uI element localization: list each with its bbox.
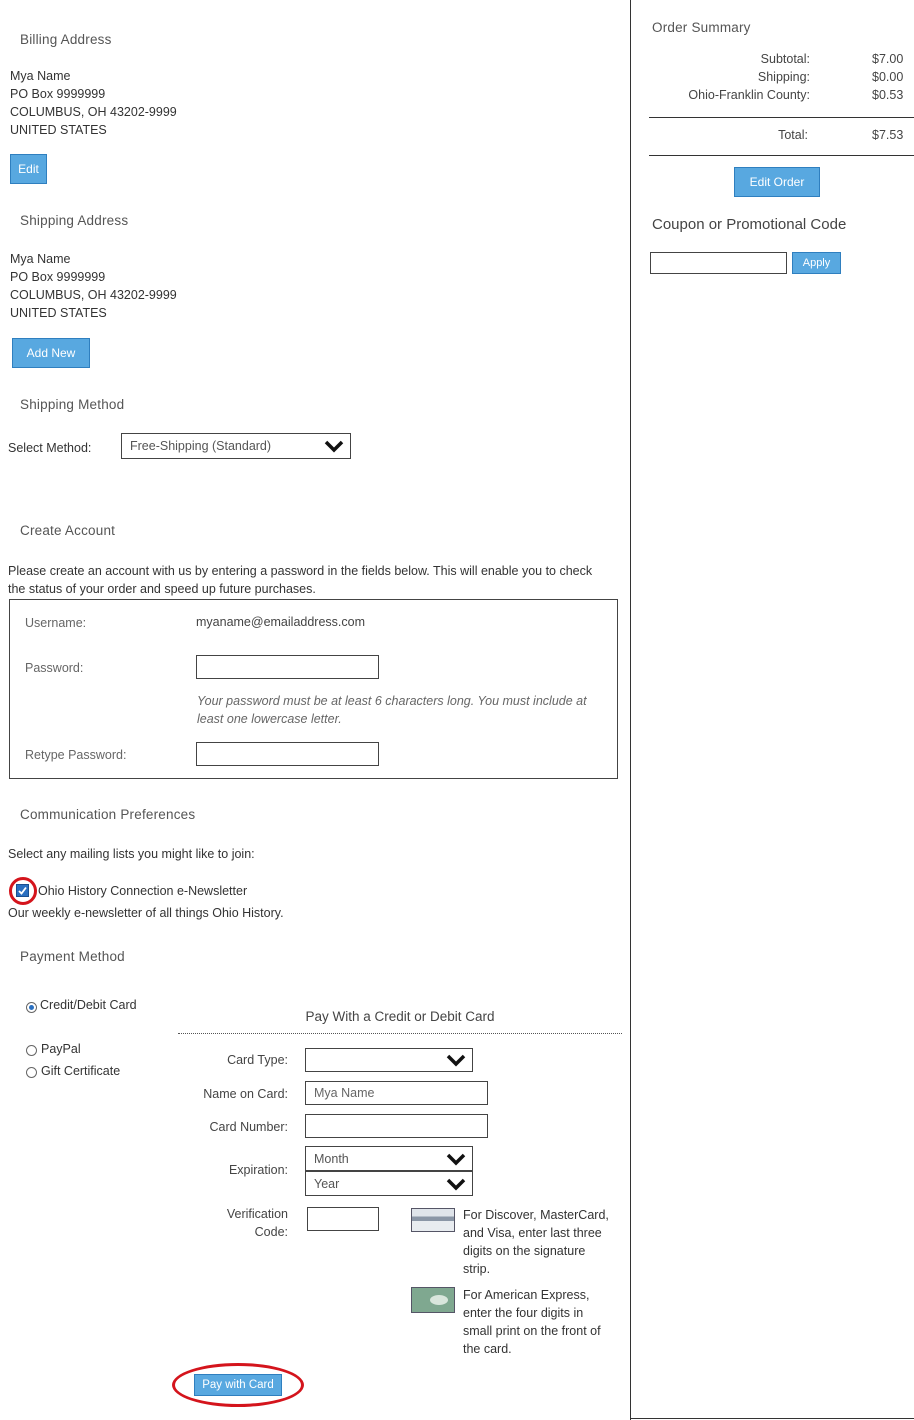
expiration-month-select[interactable]: Month [305, 1146, 473, 1171]
shipping-method-value: Free-Shipping (Standard) [130, 439, 272, 453]
total-label: Total: [778, 128, 808, 142]
newsletter-label: Ohio History Connection e-Newsletter [38, 884, 248, 898]
shipping-line: PO Box 9999999 [10, 270, 106, 284]
shipping-address: Mya Name PO Box 9999999 COLUMBUS, OH 432… [10, 250, 177, 322]
verification-code-input[interactable] [307, 1207, 379, 1231]
billing-line: Mya Name [10, 69, 71, 83]
card-type-label: Card Type: [227, 1053, 288, 1067]
shipping-method-heading: Shipping Method [20, 397, 125, 412]
pay-with-card-button[interactable]: Pay with Card [194, 1374, 282, 1396]
shipping-method-select[interactable]: Free-Shipping (Standard) [121, 433, 351, 459]
year-placeholder: Year [314, 1176, 340, 1191]
amex-note: For American Express, enter the four dig… [463, 1288, 601, 1356]
password-label: Password: [25, 661, 84, 675]
tax-value: $0.53 [872, 88, 904, 102]
username-label: Username: [25, 616, 87, 630]
name-on-card-input[interactable]: Mya Name [305, 1081, 488, 1105]
communication-heading: Communication Preferences [20, 807, 196, 822]
username-value: myaname@emailaddress.com [196, 615, 366, 629]
card-form-heading: Pay With a Credit or Debit Card [305, 1009, 495, 1024]
billing-line: UNITED STATES [10, 123, 107, 137]
card-type-select[interactable] [305, 1048, 473, 1072]
edit-order-button[interactable]: Edit Order [734, 167, 820, 197]
shipping-line: Mya Name [10, 252, 71, 266]
chevron-down-icon [324, 440, 344, 453]
select-method-label: Select Method: [8, 441, 92, 455]
verification-code-label: Verification Code: [226, 1207, 288, 1239]
chevron-down-icon [446, 1178, 466, 1190]
chevron-down-icon [446, 1153, 466, 1165]
radio-paypal[interactable] [26, 1045, 37, 1056]
billing-address: Mya Name PO Box 9999999 COLUMBUS, OH 432… [10, 67, 177, 139]
billing-heading: Billing Address [20, 32, 112, 47]
subtotal-label: Subtotal: [760, 52, 810, 66]
option-paypal: PayPal [41, 1042, 81, 1056]
card-form-divider [178, 1033, 622, 1034]
payment-method-heading: Payment Method [20, 949, 125, 964]
radio-gift-certificate[interactable] [26, 1067, 37, 1078]
option-credit-card: Credit/Debit Card [40, 998, 137, 1012]
billing-line: COLUMBUS, OH 43202-9999 [10, 105, 177, 119]
card-back-icon [411, 1208, 455, 1232]
newsletter-checkbox[interactable] [16, 884, 29, 897]
edit-billing-button[interactable]: Edit [10, 154, 47, 184]
month-placeholder: Month [314, 1151, 349, 1166]
summary-divider-bottom [649, 155, 914, 156]
name-on-card-label: Name on Card: [203, 1087, 288, 1101]
communication-intro: Select any mailing lists you might like … [8, 847, 255, 861]
option-gift-certificate: Gift Certificate [41, 1064, 121, 1078]
create-account-intro: Please create an account with us by ente… [8, 564, 593, 596]
shipping-address-heading: Shipping Address [20, 213, 129, 228]
amex-card-icon [411, 1287, 455, 1313]
expiration-label: Expiration: [228, 1163, 288, 1177]
shipping-line: UNITED STATES [10, 306, 107, 320]
add-new-address-button[interactable]: Add New [12, 338, 90, 368]
column-divider [630, 0, 631, 1420]
retype-password-input[interactable] [196, 742, 379, 766]
password-hint: Your password must be at least 6 charact… [197, 694, 587, 726]
retype-password-label: Retype Password: [25, 748, 127, 762]
billing-line: PO Box 9999999 [10, 87, 106, 101]
card-number-label: Card Number: [209, 1120, 289, 1134]
expiration-year-select[interactable]: Year [305, 1171, 473, 1196]
shipping-label: Shipping: [757, 70, 810, 84]
order-summary-heading: Order Summary [652, 20, 751, 35]
create-account-heading: Create Account [20, 523, 116, 538]
coupon-input[interactable] [650, 252, 787, 274]
coupon-heading: Coupon or Promotional Code [652, 216, 847, 233]
shipping-value: $0.00 [872, 70, 904, 84]
shipping-line: COLUMBUS, OH 43202-9999 [10, 288, 177, 302]
check-icon [18, 886, 27, 895]
summary-divider-top [649, 117, 914, 118]
discover-note: For Discover, MasterCard, and Visa, ente… [463, 1208, 609, 1276]
chevron-down-icon [446, 1054, 466, 1067]
sidebar-bottom-border [630, 1418, 914, 1419]
total-value: $7.53 [872, 128, 904, 142]
subtotal-value: $7.00 [872, 52, 904, 66]
password-input[interactable] [196, 655, 379, 679]
tax-label: Ohio-Franklin County: [688, 88, 810, 102]
newsletter-description: Our weekly e-newsletter of all things Oh… [8, 906, 284, 920]
apply-coupon-button[interactable]: Apply [792, 252, 841, 274]
card-number-input[interactable] [305, 1114, 488, 1138]
